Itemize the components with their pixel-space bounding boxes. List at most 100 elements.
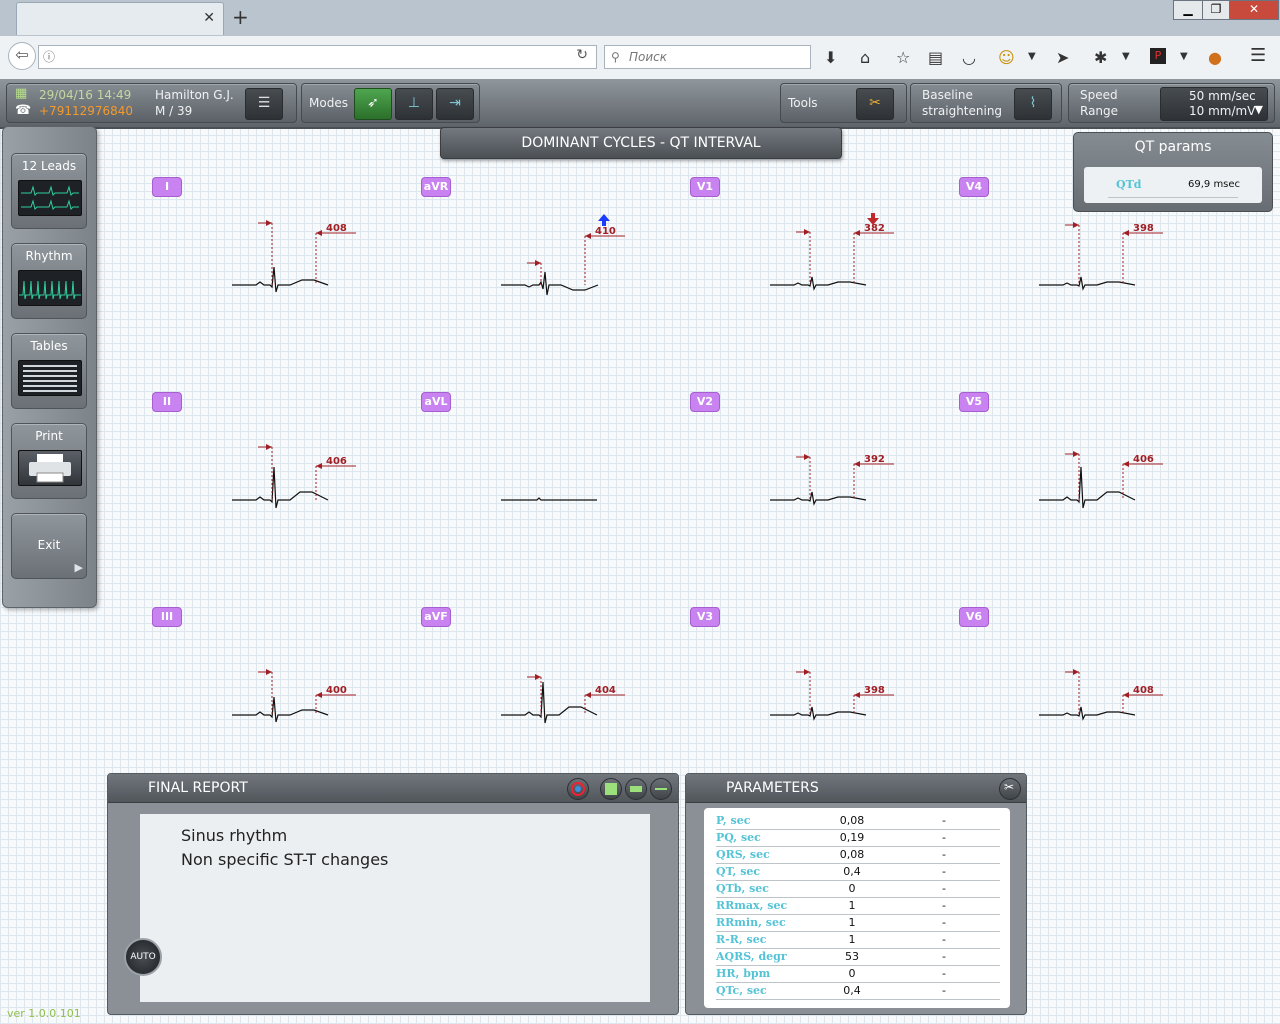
app-header: ▦ ☎ 29/04/16 14:49 +79112976840 Hamilton… <box>0 79 1280 129</box>
phone-icon: ☎ <box>15 103 32 118</box>
download-icon[interactable]: ⬇ <box>824 48 837 67</box>
lead-label-v3[interactable]: V3 <box>690 607 720 627</box>
parameter-row: QRS, sec 0,08 - <box>716 846 1000 864</box>
parameter-name: AQRS, degr <box>716 950 787 963</box>
sidebar-item-rhythm[interactable]: Rhythm <box>11 243 87 319</box>
dropdown-arrow-icon[interactable]: ▼ <box>1122 51 1130 62</box>
window-large-button[interactable] <box>600 778 622 800</box>
sidebar-item-exit[interactable]: Exit ▶ <box>11 513 87 579</box>
final-report-header: FINAL REPORT <box>108 774 678 803</box>
window-large-icon <box>605 783 617 795</box>
extension-icon[interactable]: ● <box>1208 48 1222 67</box>
baseline-label-line1: Baseline <box>922 88 973 102</box>
arrowhead-icon <box>804 229 810 235</box>
lead-label-v1[interactable]: V1 <box>690 177 720 197</box>
sidebar-item-label: Print <box>35 429 63 443</box>
parameter-name: R-R, sec <box>716 933 767 946</box>
color-wheel-button[interactable] <box>567 778 589 800</box>
ecg-trace <box>232 266 329 293</box>
tools-button[interactable]: ✂ <box>856 88 894 120</box>
back-icon[interactable]: ⇦ <box>8 42 36 70</box>
lead-label-v2[interactable]: V2 <box>690 392 720 412</box>
lead-label-v5[interactable]: V5 <box>959 392 989 412</box>
sidebar-item-print[interactable]: Print <box>11 423 87 499</box>
arrowhead-icon <box>266 444 272 450</box>
modes-label: Modes <box>309 96 348 110</box>
url-input[interactable]: ⓘ ↻ <box>38 45 597 69</box>
lead-label-avr[interactable]: aVR <box>421 177 451 197</box>
lead-label-v6[interactable]: V6 <box>959 607 989 627</box>
lead-label-iii[interactable]: III <box>152 607 182 627</box>
pointer-mode-button[interactable]: ➶ <box>354 88 392 120</box>
tables-thumbnail <box>23 365 77 392</box>
puzzle-icon[interactable]: ✱ <box>1094 48 1107 67</box>
dropdown-arrow-icon[interactable]: ▼ <box>1028 51 1036 62</box>
send-icon[interactable]: ➤ <box>1056 48 1069 67</box>
qt-value-label: 410 <box>595 226 616 237</box>
parameter-extra: - <box>942 984 946 997</box>
calendar-icon: ▦ <box>15 86 28 101</box>
dropdown-arrow-icon[interactable]: ▼ <box>1180 51 1188 62</box>
lead-label-avf[interactable]: aVF <box>421 607 451 627</box>
baseline-icon: ⌇ <box>1029 95 1037 111</box>
ecg-trace <box>1039 706 1136 721</box>
auto-button[interactable]: AUTO <box>124 938 162 976</box>
tab-close-icon[interactable]: ✕ <box>203 10 215 26</box>
info-icon[interactable]: ⓘ <box>43 48 55 65</box>
sidebar-item-label: 12 Leads <box>21 159 77 173</box>
baseline-label-line2: straightening <box>922 104 1003 118</box>
dropdown-arrow-icon[interactable]: ▼ <box>1255 103 1263 116</box>
parameters-tools-button[interactable]: ✂ <box>999 778 1021 800</box>
ecg-cycle-v2: 392 <box>770 454 894 506</box>
parameters-title: PARAMETERS <box>726 780 819 796</box>
qt-value-label: 382 <box>864 223 885 234</box>
tab-strip: ✕ + ▁ ❐ ✕ <box>0 0 1280 36</box>
caliper-mode-button[interactable]: ⇥ <box>436 88 474 120</box>
parameter-name: QT, sec <box>716 865 761 878</box>
baseline-button[interactable]: ⌇ <box>1014 88 1052 120</box>
emoji-icon[interactable]: ☺ <box>998 48 1015 67</box>
new-tab-button[interactable]: + <box>232 5 249 29</box>
ecg-trace <box>501 271 599 296</box>
range-label: Range <box>1080 104 1119 118</box>
home-icon[interactable]: ⌂ <box>860 48 870 67</box>
window-medium-button[interactable] <box>625 778 647 800</box>
parameter-row: PQ, sec 0,19 - <box>716 829 1000 847</box>
sidebar-item-tables[interactable]: Tables <box>11 333 87 409</box>
ecg-trace <box>1039 466 1136 509</box>
lead-label-v4[interactable]: V4 <box>959 177 989 197</box>
maximize-button[interactable]: ❐ <box>1202 0 1230 20</box>
browser-tab[interactable]: ✕ <box>16 2 224 35</box>
search-input[interactable]: ⚲ Поиск <box>604 45 811 69</box>
search-icon: ⚲ <box>611 50 620 64</box>
ecg-cycle-v4: 398 <box>1039 222 1163 291</box>
reader-icon[interactable]: ▤ <box>928 48 943 67</box>
menu-icon[interactable]: ☰ <box>1250 45 1266 66</box>
printer-thumbnail <box>29 454 71 483</box>
window-small-icon <box>655 788 667 790</box>
ecg-cycle-i: 408 <box>232 220 356 293</box>
sidebar-item-12-leads[interactable]: 12 Leads <box>11 153 87 229</box>
speed-range-select[interactable]: 50 mm/sec 10 mm/mV ▼ <box>1160 87 1268 121</box>
lead-label-avl[interactable]: aVL <box>421 392 451 412</box>
sidebar-item-label: Rhythm <box>25 249 73 263</box>
reload-icon[interactable]: ↻ <box>576 47 588 63</box>
ecg-trace <box>1039 276 1136 291</box>
measure-mode-button[interactable]: ⊥ <box>395 88 433 120</box>
close-window-button[interactable]: ✕ <box>1229 0 1279 20</box>
pocket-icon[interactable]: ◡ <box>962 48 976 67</box>
patient-list-button[interactable]: ☰ <box>245 88 283 120</box>
bookmark-star-icon[interactable]: ☆ <box>896 48 910 67</box>
pdf-icon[interactable]: P <box>1150 48 1166 64</box>
parameter-row: QT, sec 0,4 - <box>716 863 1000 881</box>
minimize-button[interactable]: ▁ <box>1173 0 1203 20</box>
parameter-name: QRS, sec <box>716 848 770 861</box>
window-small-button[interactable] <box>650 778 672 800</box>
parameter-extra: - <box>942 848 946 861</box>
measure-mode-icon: ⊥ <box>407 95 421 111</box>
lead-label-ii[interactable]: II <box>152 392 182 412</box>
qt-value-label: 400 <box>326 685 347 696</box>
final-report-text-area[interactable]: Sinus rhythm Non specific ST-T changes <box>140 814 650 1002</box>
lead-label-i[interactable]: I <box>152 177 182 197</box>
page-title: DOMINANT CYCLES - QT INTERVAL <box>521 135 761 151</box>
